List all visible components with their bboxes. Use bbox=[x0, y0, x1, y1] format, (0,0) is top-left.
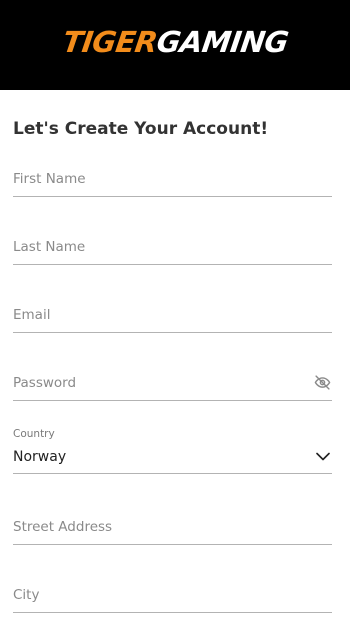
country-label: Country bbox=[13, 428, 55, 440]
email-field[interactable]: Email bbox=[13, 296, 332, 333]
last-name-placeholder: Last Name bbox=[13, 239, 86, 255]
street-address-placeholder: Street Address bbox=[13, 519, 113, 535]
logo-tiger-text: TIGER bbox=[60, 25, 159, 59]
last-name-field[interactable]: Last Name bbox=[13, 228, 332, 265]
page-title: Let's Create Your Account! bbox=[13, 119, 269, 139]
header-bar: TIGERGAMING bbox=[0, 0, 350, 90]
city-field[interactable]: City bbox=[13, 576, 332, 613]
first-name-field[interactable]: First Name bbox=[13, 160, 332, 197]
logo-gaming-text: GAMING bbox=[154, 25, 290, 59]
chevron-down-icon[interactable] bbox=[316, 452, 330, 461]
street-address-field[interactable]: Street Address bbox=[13, 508, 332, 545]
first-name-placeholder: First Name bbox=[13, 171, 86, 187]
country-value: Norway bbox=[13, 449, 67, 465]
country-select[interactable]: Country Norway bbox=[13, 424, 332, 474]
password-field[interactable]: Password bbox=[13, 364, 332, 401]
eye-slash-icon[interactable] bbox=[314, 374, 331, 391]
email-placeholder: Email bbox=[13, 307, 51, 323]
password-placeholder: Password bbox=[13, 375, 77, 391]
tigergaming-logo[interactable]: TIGERGAMING bbox=[60, 25, 290, 59]
city-placeholder: City bbox=[13, 587, 40, 603]
